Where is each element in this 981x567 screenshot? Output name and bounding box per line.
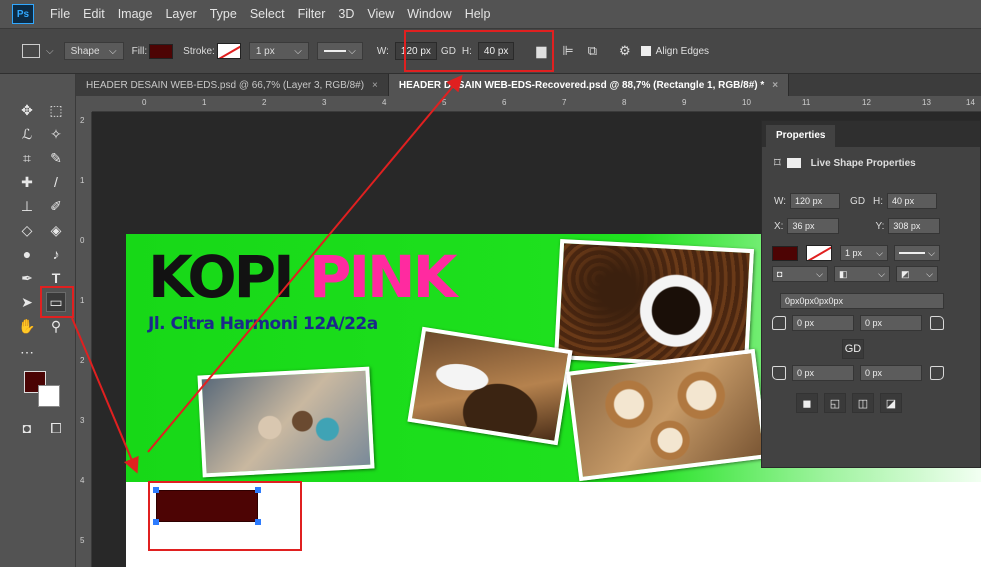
annotation-arrow: [71, 317, 139, 474]
annotation-arrows: [71, 74, 463, 474]
annotation-arrow: [147, 74, 463, 453]
